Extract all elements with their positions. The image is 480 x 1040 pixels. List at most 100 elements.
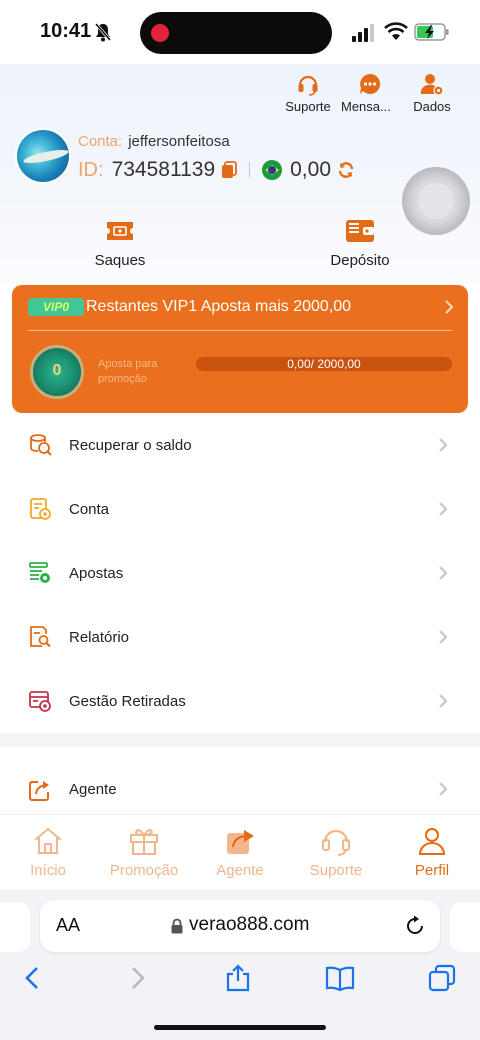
nav-item-label: Agente <box>216 862 264 879</box>
coin-recover-icon <box>30 434 52 456</box>
vip-requirement-text: Restantes VIP1 Aposta mais 2000,00 <box>86 298 352 315</box>
next-tab-card[interactable] <box>450 902 480 952</box>
vip-card[interactable]: VIP0 Restantes VIP1 Aposta mais 2000,00 … <box>12 285 468 413</box>
chat-icon <box>360 73 381 94</box>
previous-tab-card[interactable] <box>0 902 30 952</box>
nav-item-home[interactable]: Início <box>0 825 96 879</box>
menu-item-withdraw-management[interactable]: Gestão Retiradas <box>0 669 480 733</box>
chevron-right-icon <box>445 300 454 314</box>
withdraw-button[interactable]: Saques <box>60 218 180 269</box>
home-indicator <box>154 1025 326 1030</box>
nav-item-label: Promoção <box>109 862 179 879</box>
chevron-right-icon <box>439 438 448 452</box>
data-action-label: Dados <box>413 99 451 114</box>
back-icon[interactable] <box>18 964 48 992</box>
vip-progress-text: 0,00/ 2000,00 <box>287 357 361 371</box>
page-settings-button[interactable]: AA <box>56 915 80 936</box>
url-text: verao888.com <box>189 914 310 935</box>
account-name: jeffersonfeitosa <box>128 133 230 150</box>
chevron-right-icon <box>439 782 448 796</box>
profile-menu: Recuperar o saldo Conta Apostas Relatóri… <box>0 413 480 832</box>
account-label: Conta: <box>78 133 123 150</box>
gift-icon <box>130 829 158 855</box>
withdraw-label: Saques <box>94 252 146 269</box>
withdraw-manage-icon <box>29 691 51 712</box>
nav-item-profile[interactable]: Perfil <box>384 825 480 879</box>
bookmarks-icon[interactable] <box>325 964 355 992</box>
browser-chrome: AA verao888.com <box>0 890 480 1040</box>
data-action[interactable]: Dados <box>404 72 460 114</box>
ticket-icon <box>107 222 133 240</box>
chevron-right-icon <box>439 566 448 580</box>
status-time: 10:41 <box>40 20 92 42</box>
support-action[interactable]: Suporte <box>280 72 336 114</box>
reload-icon[interactable] <box>404 915 426 937</box>
address-bar[interactable]: AA verao888.com <box>40 900 440 952</box>
brazil-flag-icon <box>262 160 283 180</box>
share-icon <box>29 780 49 801</box>
nav-item-agent[interactable]: Agente <box>192 825 288 879</box>
nav-item-support[interactable]: Suporte <box>288 825 384 879</box>
vip-bet-label: Aposta para promoção <box>98 358 158 385</box>
forward-icon[interactable] <box>122 964 152 992</box>
recording-indicator <box>151 24 169 42</box>
battery-charging-icon <box>414 23 449 41</box>
deposit-button[interactable]: Depósito <box>300 218 420 269</box>
aa-label: AA <box>56 915 81 935</box>
avatar[interactable] <box>15 128 71 184</box>
chevron-right-icon <box>439 630 448 644</box>
menu-item-recover-balance[interactable]: Recuperar o saldo <box>0 413 480 477</box>
menu-item-label: Gestão Retiradas <box>69 692 186 710</box>
vip-medal-level: 0 <box>52 362 62 379</box>
headset-icon <box>322 829 350 856</box>
share-icon <box>227 830 254 854</box>
messages-action[interactable]: Mensa... <box>341 72 398 114</box>
assistive-touch-inner <box>418 183 454 219</box>
account-line: Conta: jeffersonfeitosa <box>78 133 230 150</box>
avatar-beach <box>22 147 69 166</box>
support-action-label: Suporte <box>285 99 331 114</box>
nav-item-label: Suporte <box>309 862 363 879</box>
chevron-right-icon <box>439 694 448 708</box>
menu-item-label: Recuperar o saldo <box>69 436 192 454</box>
bell-off-icon <box>94 23 112 42</box>
menu-item-report[interactable]: Relatório <box>0 605 480 669</box>
home-icon <box>34 827 62 854</box>
messages-action-label: Mensa... <box>341 99 391 114</box>
vip-badge: VIP0 <box>28 298 84 316</box>
person-icon <box>418 828 446 855</box>
menu-item-label: Conta <box>69 500 110 518</box>
report-search-icon <box>30 626 51 648</box>
nav-item-label: Perfil <box>414 862 450 879</box>
deposit-label: Depósito <box>330 252 390 269</box>
bottom-nav: Início Promoção Agente Suporte Perfil <box>0 814 480 890</box>
user-settings-icon <box>420 74 444 96</box>
dynamic-island <box>140 12 332 54</box>
refresh-icon[interactable] <box>337 161 355 179</box>
header-actions: Suporte Mensa... Dados <box>280 72 460 114</box>
vip-level-medal: 0 <box>30 345 84 399</box>
wallet-icon <box>346 220 374 242</box>
account-doc-icon <box>30 498 51 520</box>
menu-section-gap <box>0 733 480 747</box>
menu-item-label: Relatório <box>69 628 130 646</box>
copy-icon[interactable] <box>221 161 238 179</box>
id-value: 734581139 <box>111 158 216 181</box>
menu-item-bets[interactable]: Apostas <box>0 541 480 605</box>
menu-item-account[interactable]: Conta <box>0 477 480 541</box>
headset-icon <box>298 75 318 96</box>
status-bar: 10:41 <box>0 0 480 64</box>
menu-item-label: Apostas <box>69 564 124 582</box>
share-sheet-icon[interactable] <box>223 964 253 992</box>
id-label: ID: <box>78 158 104 181</box>
tabs-icon[interactable] <box>427 964 457 992</box>
nav-item-promotion[interactable]: Promoção <box>96 825 192 879</box>
separator <box>249 162 251 178</box>
balance-value: 0,00 <box>290 158 331 181</box>
lock-icon <box>171 918 183 934</box>
signal-icon <box>352 24 374 42</box>
menu-item-label: Agente <box>69 781 117 798</box>
chevron-right-icon <box>439 502 448 516</box>
bets-list-icon <box>29 562 50 583</box>
id-balance-line: ID: 734581139 0,00 <box>78 156 355 184</box>
